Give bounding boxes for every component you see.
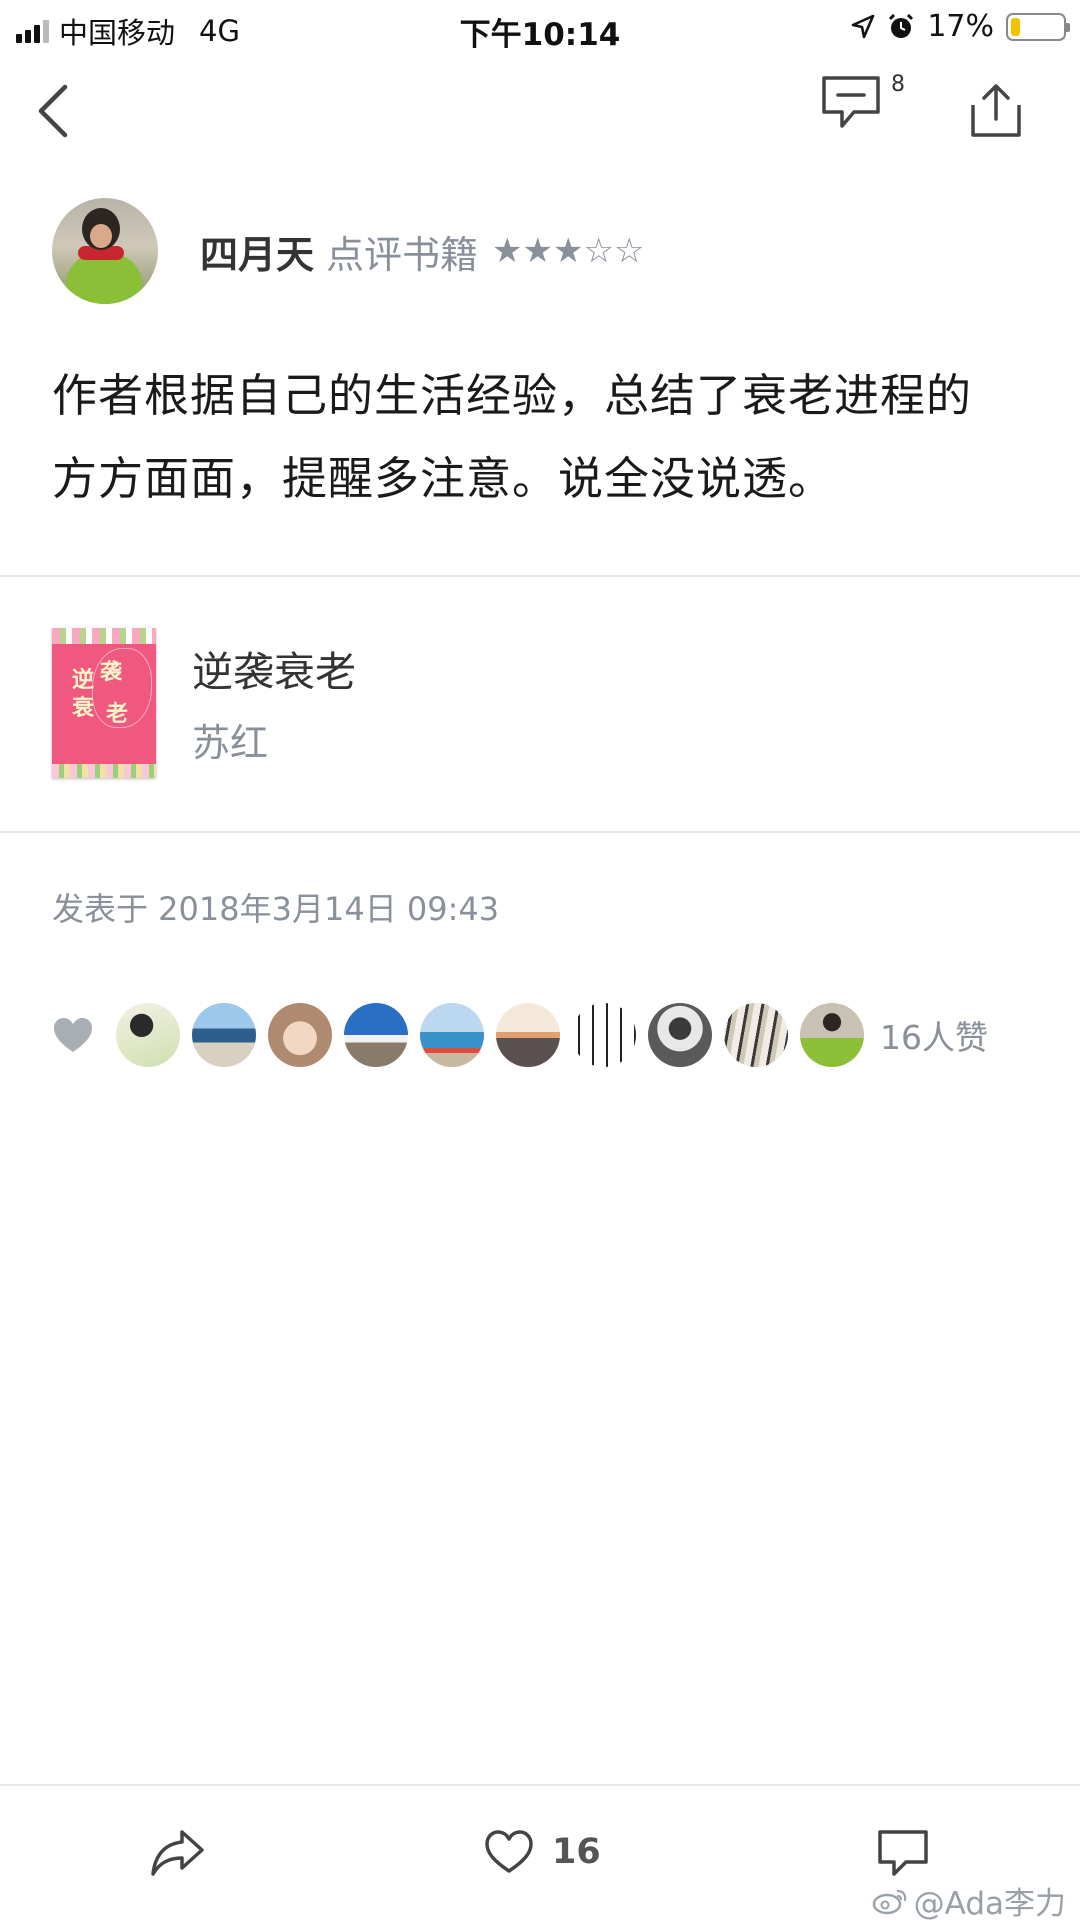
- book-author: 苏红: [192, 721, 269, 765]
- heart-icon: [54, 1018, 92, 1052]
- liker-avatar[interactable]: [192, 1003, 256, 1067]
- battery-icon: [1006, 12, 1070, 41]
- liker-avatar[interactable]: [420, 1003, 484, 1067]
- comments-button[interactable]: [820, 74, 900, 146]
- liker-avatar[interactable]: [268, 1003, 332, 1067]
- comment-button[interactable]: [876, 1828, 930, 1880]
- cover-char: 衰: [72, 695, 95, 721]
- liker-avatar[interactable]: [116, 1003, 180, 1067]
- watermark: @Ada李力: [872, 1878, 1066, 1920]
- review-action-label: 点评书籍: [326, 232, 479, 277]
- book-title: 逆袭衰老: [192, 648, 356, 696]
- weibo-icon: [872, 1889, 906, 1914]
- book-card[interactable]: 逆 袭 衰 老 逆袭衰老 苏红: [0, 600, 1080, 834]
- heart-outline-icon: [485, 1830, 533, 1873]
- review-text-line: 作者根据自己的生活经验，总结了衰老进程的: [52, 369, 973, 422]
- reviewer-name[interactable]: 四月天: [200, 224, 314, 279]
- alarm-icon: [889, 13, 914, 38]
- liker-avatar[interactable]: [496, 1003, 560, 1067]
- share-button[interactable]: [960, 74, 1032, 148]
- nav-bar: 8: [0, 56, 1080, 166]
- liker-avatar[interactable]: [648, 1003, 712, 1067]
- rating-stars: ★★★☆☆: [492, 231, 645, 271]
- liker-avatar[interactable]: [800, 1003, 864, 1067]
- book-cover: 逆 袭 衰 老: [52, 628, 156, 778]
- comment-count-badge: 8: [891, 72, 905, 97]
- forward-button[interactable]: [148, 1826, 208, 1880]
- chevron-left-icon: [38, 84, 68, 138]
- battery-percent: 17%: [927, 9, 994, 44]
- like-button[interactable]: 16: [484, 1824, 601, 1880]
- divider: [0, 831, 1080, 833]
- liker-avatar[interactable]: [572, 1003, 636, 1067]
- reviewer-header: 四月天 点评书籍 ★★★☆☆: [52, 198, 644, 304]
- watermark-text: @Ada李力: [913, 1886, 1066, 1920]
- reviewer-avatar[interactable]: [52, 198, 158, 304]
- forward-icon: [151, 1830, 204, 1876]
- status-bar: 中国移动 4G 下午10:14 17%: [0, 0, 1080, 53]
- back-button[interactable]: [22, 76, 82, 146]
- divider: [0, 575, 1080, 577]
- likes-row[interactable]: 16人赞: [52, 1002, 988, 1068]
- comment-icon: [822, 76, 880, 128]
- cover-char: 老: [106, 701, 129, 727]
- post-date: 发表于 2018年3月14日 09:43: [52, 890, 500, 928]
- share-icon: [971, 84, 1021, 137]
- bottom-toolbar: 16 @Ada李力: [0, 1784, 1080, 1920]
- liker-avatar[interactable]: [724, 1003, 788, 1067]
- location-icon: [852, 14, 875, 38]
- liker-avatar[interactable]: [344, 1003, 408, 1067]
- status-right: 17%: [851, 9, 1070, 44]
- like-count: 16: [552, 1832, 601, 1872]
- battery-fill: [1011, 17, 1020, 36]
- review-text-line: 方方面面，提醒多注意。说全没说透。: [52, 452, 835, 505]
- review-text: 作者根据自己的生活经验，总结了衰老进程的 方方面面，提醒多注意。说全没说透。: [52, 354, 1042, 520]
- cover-char: 袭: [100, 659, 123, 685]
- likes-count[interactable]: 16人赞: [880, 1011, 988, 1059]
- comment-bubble-icon: [878, 1830, 928, 1876]
